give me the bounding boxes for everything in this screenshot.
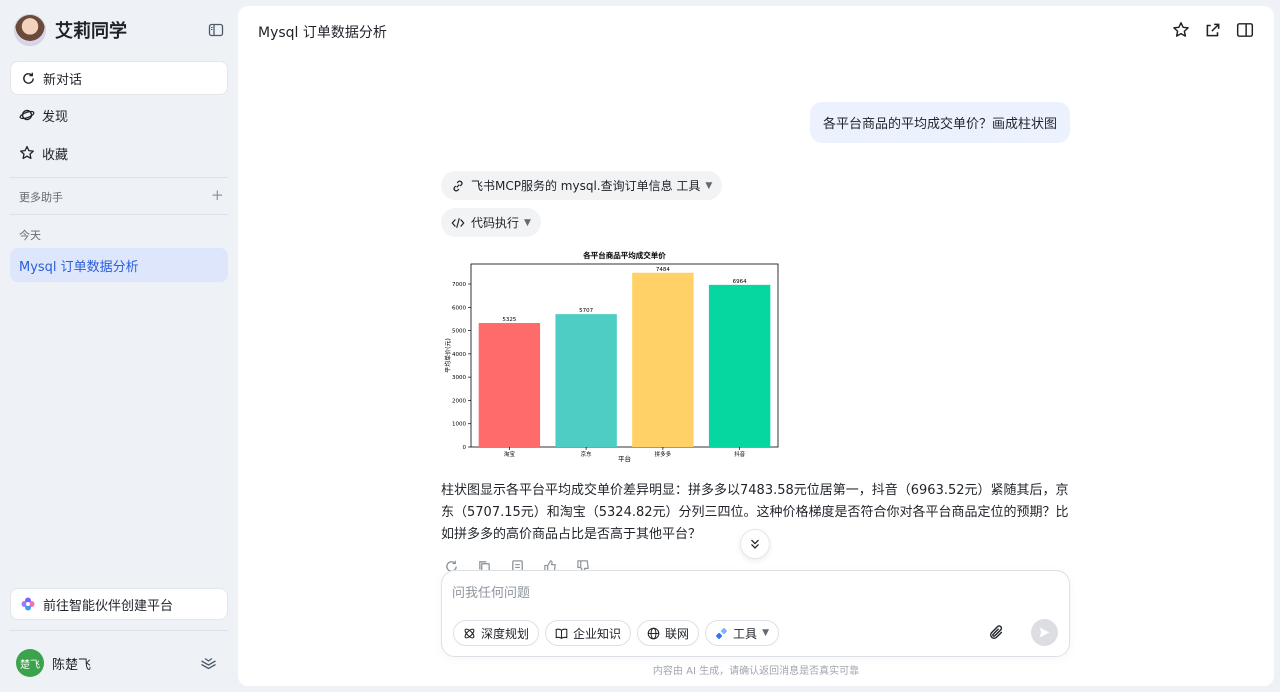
- star-icon: [19, 145, 35, 161]
- double-chevron-down-icon: [748, 537, 762, 551]
- chevron-down-icon: ▼: [762, 628, 769, 638]
- discover-label: 发现: [42, 109, 69, 125]
- x-tick-label: 京东: [581, 450, 593, 458]
- deep-planning-chip[interactable]: 深度规划: [453, 620, 540, 646]
- deep-planning-label: 深度规划: [481, 626, 530, 641]
- share-icon[interactable]: [1204, 21, 1222, 39]
- chart-title: 各平台商品平均成交单价: [582, 250, 666, 260]
- new-chat-label: 新对话: [43, 72, 83, 88]
- y-tick-label: 3000: [452, 375, 466, 381]
- globe-icon: [647, 627, 660, 640]
- chart-bar: [478, 323, 541, 447]
- y-tick-label: 4000: [452, 352, 466, 358]
- chart-bar: [708, 284, 771, 447]
- y-tick-label: 2000: [452, 398, 466, 404]
- divider: [10, 214, 228, 215]
- chart-bar: [632, 272, 694, 447]
- paperclip-icon[interactable]: [988, 624, 1005, 641]
- send-arrow-icon: [1038, 626, 1051, 639]
- message-input[interactable]: [452, 583, 992, 603]
- planet-icon: [19, 107, 35, 123]
- split-view-icon[interactable]: [1236, 21, 1254, 39]
- flower-logo-icon: [20, 596, 36, 612]
- y-tick-label: 5000: [452, 329, 466, 335]
- partner-platform-label: 前往智能伙伴创建平台: [43, 598, 174, 614]
- bar-chart: 各平台商品平均成交单价 0 1000 2000 3000 4000 5000 6000 7000…: [441, 244, 783, 462]
- assistant-avatar: [14, 14, 46, 46]
- new-chat-button[interactable]: 新对话: [10, 61, 228, 95]
- divider: [10, 177, 228, 178]
- favorites-nav-item[interactable]: 收藏: [10, 136, 228, 170]
- link-icon: [451, 179, 465, 193]
- partner-platform-button[interactable]: 前往智能伙伴创建平台: [10, 588, 228, 620]
- bar-value-label: 6964: [733, 279, 747, 285]
- y-tick-label: 7000: [452, 282, 466, 288]
- favorites-label: 收藏: [42, 147, 69, 163]
- x-tick-label: 抖音: [734, 450, 746, 458]
- composer: 深度规划 企业知识 联网 工具 ▼: [441, 570, 1070, 657]
- y-tick-label: 6000: [452, 305, 466, 311]
- discover-nav-item[interactable]: 发现: [10, 98, 228, 132]
- brand: 艾莉同学: [14, 14, 127, 46]
- star-icon[interactable]: [1172, 21, 1190, 39]
- ai-disclaimer: 内容由 AI 生成，请确认返回消息是否真实可靠: [652, 666, 860, 677]
- code-exec-label: 代码执行: [471, 216, 520, 230]
- tools-label: 工具: [733, 626, 758, 641]
- bar-value-label: 7484: [656, 267, 670, 273]
- composer-tools: 深度规划 企业知识 联网 工具 ▼: [453, 620, 779, 646]
- user-name: 陈楚飞: [52, 657, 92, 673]
- scroll-to-bottom-button[interactable]: [740, 529, 770, 559]
- tool-call-label: 飞书MCP服务的 mysql.查询订单信息 工具: [471, 179, 701, 193]
- bar-chart-svg: 各平台商品平均成交单价 0 1000 2000 3000 4000 5000 6000 7000…: [444, 250, 779, 462]
- sidebar: 艾莉同学 新对话 发现 收藏 更多助手 + 今天 Mysql 订单数据分析 前往…: [0, 0, 238, 692]
- y-axis-label: 平均单价(元): [444, 338, 452, 373]
- y-tick-label: 1000: [452, 422, 466, 428]
- top-actions: [1172, 21, 1254, 39]
- user-avatar: 楚飞: [16, 649, 44, 677]
- y-tick-label: 0: [463, 445, 467, 451]
- atom-icon: [463, 627, 476, 640]
- enterprise-knowledge-chip[interactable]: 企业知识: [545, 620, 632, 646]
- tools-icon: [715, 627, 728, 640]
- conversation-title: Mysql 订单数据分析: [258, 25, 387, 41]
- x-tick-label: 拼多多: [655, 450, 672, 458]
- user-message-bubble: 各平台商品的平均成交单价？画成柱状图: [809, 102, 1070, 143]
- code-exec-chip[interactable]: 代码执行 ▼: [441, 208, 541, 237]
- bar-value-label: 5707: [579, 308, 593, 314]
- chevron-down-icon: ▼: [705, 180, 713, 191]
- tool-call-chip[interactable]: 飞书MCP服务的 mysql.查询订单信息 工具 ▼: [441, 171, 723, 200]
- web-search-chip[interactable]: 联网: [637, 620, 700, 646]
- tray-icon[interactable]: [200, 655, 217, 671]
- x-tick-label: 淘宝: [504, 450, 516, 458]
- bar-value-label: 5325: [502, 317, 516, 323]
- chart-bar: [555, 314, 617, 447]
- sidebar-toggle-icon[interactable]: [208, 22, 224, 38]
- brand-name: 艾莉同学: [55, 21, 127, 42]
- code-icon: [451, 216, 465, 230]
- chat-panel: Mysql 订单数据分析 各平台商品的平均成交单价？画成柱状图 飞书MCP服务的…: [238, 6, 1274, 686]
- book-icon: [555, 627, 568, 640]
- tools-dropdown[interactable]: 工具 ▼: [705, 620, 779, 646]
- refresh-icon: [20, 70, 36, 86]
- chat-history-title: Mysql 订单数据分析: [19, 259, 139, 275]
- divider: [10, 630, 228, 631]
- add-assistant-plus-icon[interactable]: +: [211, 188, 224, 203]
- web-search-label: 联网: [665, 626, 690, 641]
- chevron-down-icon: ▼: [524, 217, 531, 228]
- today-label: 今天: [19, 229, 41, 242]
- send-button[interactable]: [1031, 619, 1058, 646]
- user-profile[interactable]: 楚飞 陈楚飞: [16, 649, 91, 677]
- x-axis-label: 平台: [618, 454, 631, 462]
- more-assistants-label: 更多助手: [19, 191, 63, 204]
- chat-history-item[interactable]: Mysql 订单数据分析: [10, 248, 228, 282]
- enterprise-knowledge-label: 企业知识: [573, 626, 622, 641]
